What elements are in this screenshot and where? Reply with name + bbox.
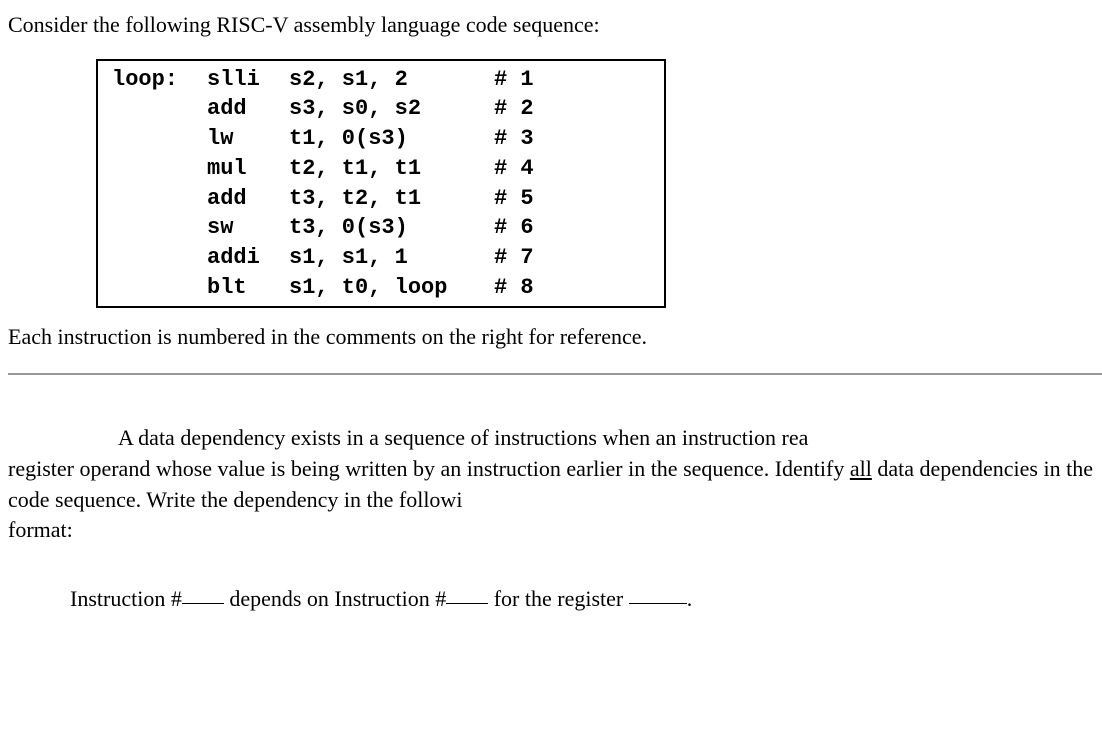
para-line1: A data dependency exists in a sequence o… xyxy=(118,425,808,450)
blank-2 xyxy=(446,603,488,604)
para-line2: register operand whose value is being wr… xyxy=(8,456,850,481)
format-t1: Instruction # xyxy=(70,586,182,611)
code-label xyxy=(112,213,207,243)
para-all: all xyxy=(850,456,872,481)
code-label xyxy=(112,184,207,214)
answer-format: Instruction # depends on Instruction # f… xyxy=(70,584,1102,615)
code-row: adds3, s0, s2# 2 xyxy=(112,94,650,124)
code-label xyxy=(112,94,207,124)
code-args: s1, s1, 1 xyxy=(289,243,494,273)
code-row: loop:sllis2, s1, 2# 1 xyxy=(112,65,650,95)
code-label xyxy=(112,154,207,184)
code-op: lw xyxy=(207,124,289,154)
format-t3: for the register xyxy=(488,586,629,611)
after-code-text: Each instruction is numbered in the comm… xyxy=(8,322,1102,353)
code-op: blt xyxy=(207,273,289,303)
intro-text: Consider the following RISC-V assembly l… xyxy=(8,10,1102,41)
code-block: loop:sllis2, s1, 2# 1adds3, s0, s2# 2lwt… xyxy=(96,59,666,309)
code-row: swt3, 0(s3)# 6 xyxy=(112,213,650,243)
code-args: s3, s0, s2 xyxy=(289,94,494,124)
code-op: addi xyxy=(207,243,289,273)
code-label xyxy=(112,243,207,273)
code-comment: # 3 xyxy=(494,124,534,154)
dependency-paragraph: A data dependency exists in a sequence o… xyxy=(8,423,1102,546)
code-comment: # 8 xyxy=(494,273,534,303)
code-op: add xyxy=(207,184,289,214)
code-comment: # 2 xyxy=(494,94,534,124)
code-row: blts1, t0, loop# 8 xyxy=(112,273,650,303)
blank-1 xyxy=(182,603,224,604)
code-args: t3, 0(s3) xyxy=(289,213,494,243)
code-args: t2, t1, t1 xyxy=(289,154,494,184)
code-row: addt3, t2, t1# 5 xyxy=(112,184,650,214)
para-line4: format: xyxy=(8,515,1102,546)
code-label xyxy=(112,273,207,303)
code-comment: # 4 xyxy=(494,154,534,184)
code-op: mul xyxy=(207,154,289,184)
format-t4: . xyxy=(687,586,693,611)
code-op: slli xyxy=(207,65,289,95)
code-args: t1, 0(s3) xyxy=(289,124,494,154)
code-op: add xyxy=(207,94,289,124)
code-comment: # 6 xyxy=(494,213,534,243)
code-args: s1, t0, loop xyxy=(289,273,494,303)
code-label xyxy=(112,124,207,154)
code-op: sw xyxy=(207,213,289,243)
code-label: loop: xyxy=(112,65,207,95)
divider xyxy=(8,373,1102,375)
code-args: t3, t2, t1 xyxy=(289,184,494,214)
code-row: addis1, s1, 1# 7 xyxy=(112,243,650,273)
format-t2: depends on Instruction # xyxy=(224,586,446,611)
code-comment: # 7 xyxy=(494,243,534,273)
code-row: lwt1, 0(s3)# 3 xyxy=(112,124,650,154)
code-comment: # 1 xyxy=(494,65,534,95)
code-args: s2, s1, 2 xyxy=(289,65,494,95)
code-comment: # 5 xyxy=(494,184,534,214)
code-row: mult2, t1, t1# 4 xyxy=(112,154,650,184)
blank-3 xyxy=(629,603,687,604)
